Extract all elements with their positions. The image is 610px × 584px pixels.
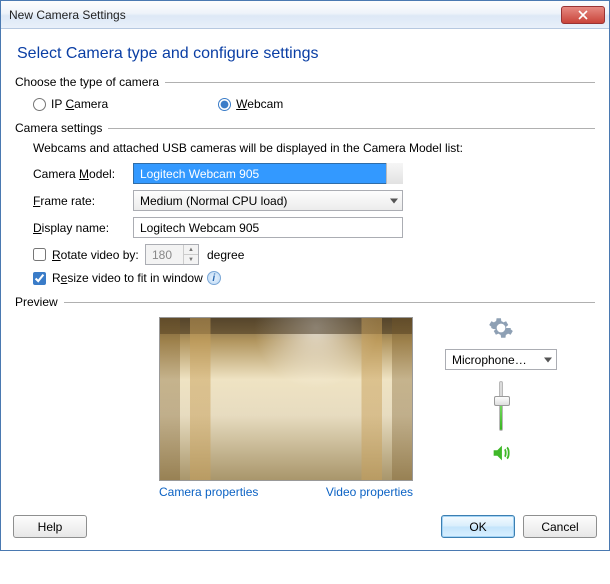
label-display-name: Display name: [33, 221, 133, 235]
property-links: Camera properties Video properties [159, 485, 413, 499]
row-rotate: Rotate video by: 180 ▲ ▼ degree [15, 244, 595, 265]
stepper-buttons[interactable]: ▲ ▼ [183, 245, 198, 264]
rotate-checkbox-input[interactable] [33, 248, 46, 261]
divider [165, 82, 595, 83]
divider [64, 302, 595, 303]
speaker-icon[interactable] [490, 442, 512, 464]
dialog-window: New Camera Settings Select Camera type a… [0, 0, 610, 551]
group-label: Camera settings [15, 121, 108, 135]
info-icon[interactable]: i [207, 271, 221, 285]
chevron-down-icon [544, 357, 552, 362]
row-resize: Resize video to fit in window i [15, 271, 595, 285]
radio-webcam-label: Webcam [236, 97, 283, 111]
group-camera-type: Choose the type of camera [15, 75, 595, 89]
close-button[interactable] [561, 6, 605, 24]
row-frame-rate: Frame rate: Medium (Normal CPU load) [15, 190, 595, 211]
row-display-name: Display name: Logitech Webcam 905 [15, 217, 595, 238]
display-name-value: Logitech Webcam 905 [140, 221, 259, 235]
label-camera-model: Camera Model: [33, 167, 133, 181]
help-button[interactable]: Help [13, 515, 87, 538]
camera-model-value: Logitech Webcam 905 [133, 163, 403, 184]
radio-ip-camera-label: IP Camera [51, 97, 108, 111]
camera-type-radios: IP Camera Webcam [15, 93, 595, 115]
microphone-select[interactable]: Microphone… [445, 349, 557, 370]
dialog-content: Select Camera type and configure setting… [1, 29, 609, 509]
group-label: Preview [15, 295, 64, 309]
radio-webcam[interactable]: Webcam [218, 97, 283, 111]
settings-description: Webcams and attached USB cameras will be… [33, 141, 595, 155]
frame-rate-value: Medium (Normal CPU load) [140, 194, 287, 208]
camera-model-select[interactable]: Logitech Webcam 905 [133, 163, 403, 184]
window-title: New Camera Settings [9, 8, 561, 22]
group-camera-settings: Camera settings [15, 121, 595, 135]
titlebar[interactable]: New Camera Settings [1, 1, 609, 29]
radio-ip-camera-input[interactable] [33, 98, 46, 111]
volume-slider[interactable] [499, 378, 503, 434]
dialog-footer: Help OK Cancel [1, 509, 609, 550]
gear-icon[interactable] [488, 315, 514, 341]
resize-checkbox-input[interactable] [33, 272, 46, 285]
radio-webcam-input[interactable] [218, 98, 231, 111]
stepper-down-icon[interactable]: ▼ [184, 255, 198, 264]
frame-rate-select[interactable]: Medium (Normal CPU load) [133, 190, 403, 211]
cancel-button[interactable]: Cancel [523, 515, 597, 538]
label-frame-rate: Frame rate: [33, 194, 133, 208]
link-video-properties[interactable]: Video properties [326, 485, 413, 499]
rotate-unit: degree [207, 248, 244, 262]
close-icon [578, 10, 588, 20]
slider-track [499, 381, 503, 431]
link-camera-properties[interactable]: Camera properties [159, 485, 258, 499]
resize-label: Resize video to fit in window [52, 271, 203, 285]
page-title: Select Camera type and configure setting… [17, 45, 595, 63]
chevron-down-icon [390, 198, 398, 203]
display-name-input[interactable]: Logitech Webcam 905 [133, 217, 403, 238]
group-label: Choose the type of camera [15, 75, 165, 89]
microphone-value: Microphone… [452, 353, 527, 367]
rotate-degree-stepper[interactable]: 180 ▲ ▼ [145, 244, 199, 265]
preview-controls: Microphone… [441, 313, 561, 464]
resize-checkbox[interactable]: Resize video to fit in window [33, 271, 203, 285]
group-preview: Preview [15, 295, 595, 309]
stepper-up-icon[interactable]: ▲ [184, 245, 198, 255]
chevron-down-icon[interactable] [386, 163, 403, 184]
divider [108, 128, 595, 129]
preview-area: Microphone… [159, 313, 595, 481]
rotate-value: 180 [152, 248, 172, 262]
slider-thumb[interactable] [494, 396, 510, 406]
row-camera-model: Camera Model: Logitech Webcam 905 [15, 163, 595, 184]
rotate-label: Rotate video by: [52, 248, 139, 262]
radio-ip-camera[interactable]: IP Camera [33, 97, 108, 111]
rotate-checkbox[interactable]: Rotate video by: [33, 248, 145, 262]
ok-button[interactable]: OK [441, 515, 515, 538]
video-preview-image [159, 317, 413, 481]
